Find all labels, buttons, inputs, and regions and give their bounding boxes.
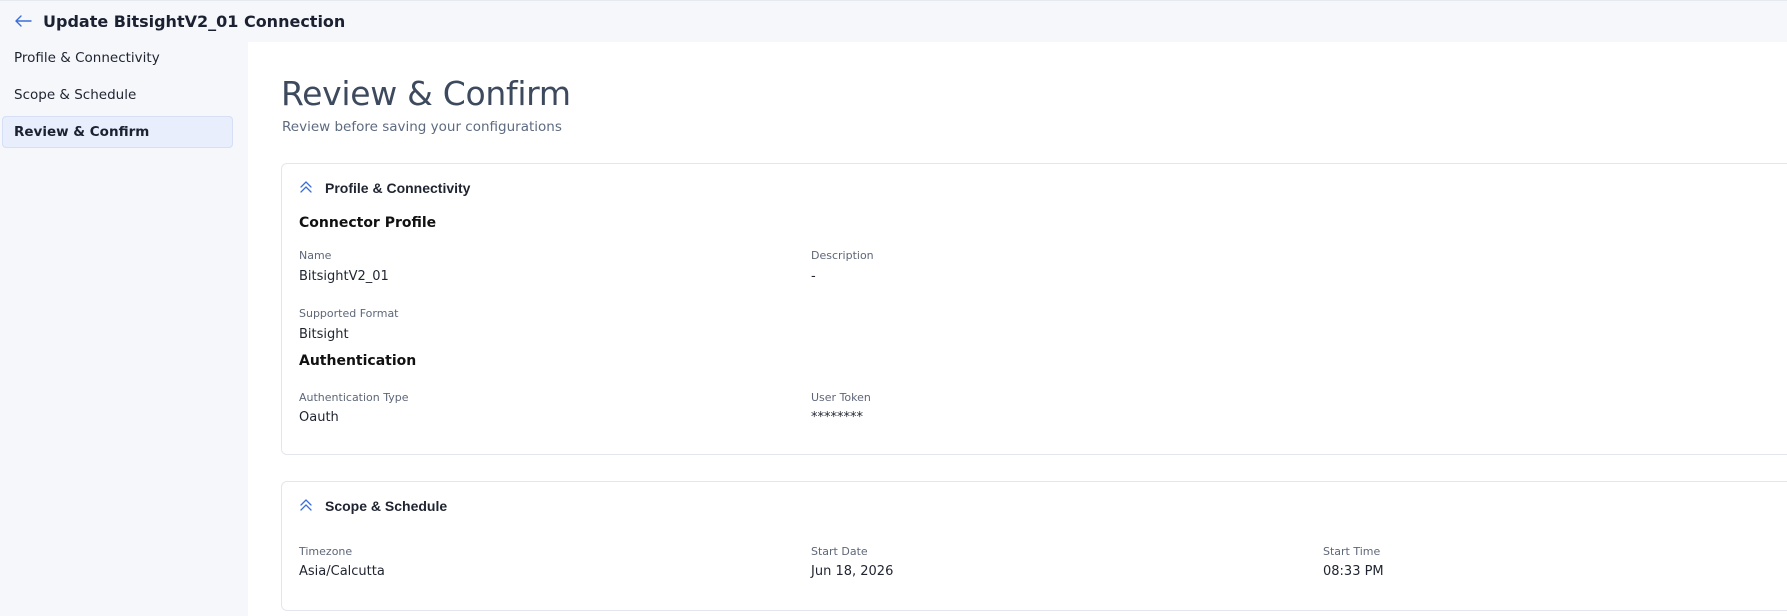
chevron-double-up-icon[interactable] xyxy=(299,180,313,194)
authentication-type-label: Authentication Type xyxy=(299,391,409,404)
name-label: Name xyxy=(299,249,332,262)
review-title: Review & Confirm xyxy=(281,74,571,113)
user-token-value: ******** xyxy=(811,410,863,425)
card-title-profile-connectivity: Profile & Connectivity xyxy=(325,180,471,196)
sidebar-item-scope-schedule[interactable]: Scope & Schedule xyxy=(2,79,233,111)
section-heading-connector-profile: Connector Profile xyxy=(299,215,437,231)
start-time-value: 08:33 PM xyxy=(1323,564,1384,579)
start-time-label: Start Time xyxy=(1323,545,1381,558)
description-value: - xyxy=(811,269,816,284)
card-title-scope-schedule: Scope & Schedule xyxy=(325,498,448,514)
supported-format-label: Supported Format xyxy=(299,307,399,320)
start-date-label: Start Date xyxy=(811,545,868,558)
sidebar-item-review-confirm[interactable]: Review & Confirm xyxy=(2,116,233,148)
sidebar-item-profile-connectivity[interactable]: Profile & Connectivity xyxy=(2,42,233,74)
sidebar: Profile & Connectivity Scope & Schedule … xyxy=(0,42,248,616)
authentication-type-value: Oauth xyxy=(299,410,339,425)
profile-connectivity-card: Profile & Connectivity Connector Profile… xyxy=(281,163,1787,455)
section-heading-authentication: Authentication xyxy=(299,353,417,369)
timezone-label: Timezone xyxy=(299,545,353,558)
start-date-value: Jun 18, 2026 xyxy=(811,564,894,579)
top-header: Update BitsightV2_01 Connection xyxy=(0,0,1787,42)
description-label: Description xyxy=(811,249,874,262)
chevron-double-up-icon[interactable] xyxy=(299,498,313,512)
page-title: Update BitsightV2_01 Connection xyxy=(43,12,346,31)
timezone-value: Asia/Calcutta xyxy=(299,564,385,579)
supported-format-value: Bitsight xyxy=(299,327,349,342)
main-content: Review & Confirm Review before saving yo… xyxy=(248,42,1787,616)
scope-schedule-card: Scope & Schedule Timezone Asia/Calcutta … xyxy=(281,481,1787,611)
user-token-label: User Token xyxy=(811,391,871,404)
name-value: BitsightV2_01 xyxy=(299,269,389,284)
arrow-left-icon[interactable] xyxy=(14,14,32,28)
review-subtitle: Review before saving your configurations xyxy=(282,119,562,135)
